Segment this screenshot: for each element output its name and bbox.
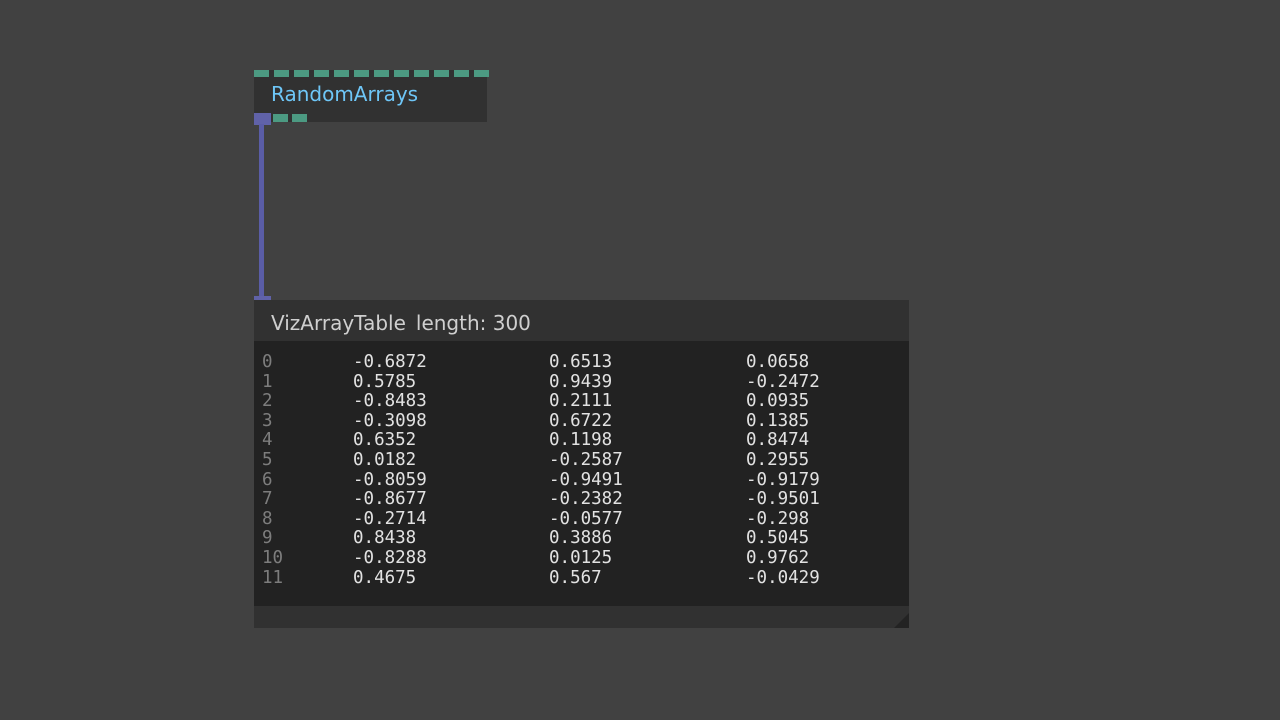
table-cell: 0.0125 — [549, 548, 613, 568]
table-cell: 0.1385 — [746, 410, 810, 431]
row-index: 6 — [262, 469, 273, 490]
input-port[interactable] — [434, 70, 449, 77]
table-cell: 0.6513 — [549, 352, 613, 372]
row-index: 8 — [262, 508, 273, 529]
connection-wire[interactable] — [259, 124, 264, 298]
table-cell: -0.2587 — [549, 450, 623, 470]
table-cell: -0.8288 — [353, 548, 427, 568]
table-cell: 0.9762 — [746, 548, 810, 568]
table-cell: 0.4675 — [353, 567, 417, 588]
table-cell: 0.1198 — [549, 430, 613, 451]
table-cell: 0.0935 — [746, 391, 810, 412]
table-cell: 0.567 — [549, 567, 602, 588]
table-cell: 0.2111 — [549, 391, 613, 412]
node-graph-canvas[interactable]: RandomArrays VizArrayTable length: 300 0 -… — [0, 0, 1280, 720]
table-cell: -0.8483 — [353, 391, 427, 412]
row-index: 3 — [262, 410, 273, 431]
table-cell: 0.5785 — [353, 371, 417, 392]
random-arrays-node[interactable]: RandomArrays — [254, 70, 489, 122]
input-port[interactable] — [274, 70, 289, 77]
input-port[interactable] — [374, 70, 389, 77]
table-cell: 0.0182 — [353, 450, 417, 470]
row-index: 1 — [262, 371, 273, 392]
input-port[interactable] — [294, 70, 309, 77]
table-cell: -0.8059 — [353, 469, 427, 490]
input-port[interactable] — [254, 70, 269, 77]
input-port[interactable] — [394, 70, 409, 77]
input-port[interactable] — [334, 70, 349, 77]
input-port[interactable] — [414, 70, 429, 77]
table-cell: -0.9501 — [746, 489, 820, 510]
row-index: 7 — [262, 489, 273, 510]
table-cell: -0.0429 — [746, 567, 820, 588]
table-cell: 0.8474 — [746, 430, 810, 451]
row-index: 0 — [262, 352, 273, 372]
row-index: 11 — [262, 567, 284, 588]
row-index: 2 — [262, 391, 273, 412]
node-footer — [254, 606, 909, 628]
input-port[interactable] — [474, 70, 489, 77]
row-index: 4 — [262, 430, 273, 451]
table-cell: 0.3886 — [549, 528, 613, 549]
table-cell: 0.9439 — [549, 371, 613, 392]
viz-array-table-node[interactable]: VizArrayTable length: 300 0 -0.6872 0.6513 0… — [254, 300, 909, 628]
output-ports — [273, 114, 307, 122]
table-cell: -0.3098 — [353, 410, 427, 431]
input-port[interactable] — [314, 70, 329, 77]
node-header: VizArrayTable length: 300 — [271, 311, 531, 335]
table-cell: 0.2955 — [746, 450, 810, 470]
table-cell: 0.6352 — [353, 430, 417, 451]
row-index: 9 — [262, 528, 273, 549]
table-cell: -0.0577 — [549, 508, 623, 529]
input-port[interactable] — [354, 70, 369, 77]
table-cell: 0.5045 — [746, 528, 810, 549]
table-cell: 0.0658 — [746, 352, 810, 372]
table-cell: -0.9491 — [549, 469, 623, 490]
table-cell: 0.6722 — [549, 410, 613, 431]
node-title: VizArrayTable — [271, 311, 406, 335]
output-port[interactable] — [292, 114, 307, 122]
table-cell: -0.9179 — [746, 469, 820, 490]
table-cell: -0.6872 — [353, 352, 427, 372]
resize-grip-icon[interactable] — [894, 613, 909, 628]
table-cell: -0.298 — [746, 508, 810, 529]
table-cell: -0.2472 — [746, 371, 820, 392]
output-port[interactable] — [273, 114, 288, 122]
row-index: 10 — [262, 548, 284, 568]
table-cell: -0.8677 — [353, 489, 427, 510]
length-label: length: 300 — [415, 311, 531, 335]
row-index: 5 — [262, 450, 273, 470]
input-port[interactable] — [454, 70, 469, 77]
table-cell: -0.2714 — [353, 508, 427, 529]
table-cell: 0.8438 — [353, 528, 417, 549]
node-title: RandomArrays — [271, 82, 419, 106]
array-table[interactable]: 0 -0.6872 0.6513 0.0658 1 0.5785 0.9439 -0.2472… — [254, 341, 909, 606]
table-cell: -0.2382 — [549, 489, 623, 510]
input-ports — [254, 70, 489, 77]
